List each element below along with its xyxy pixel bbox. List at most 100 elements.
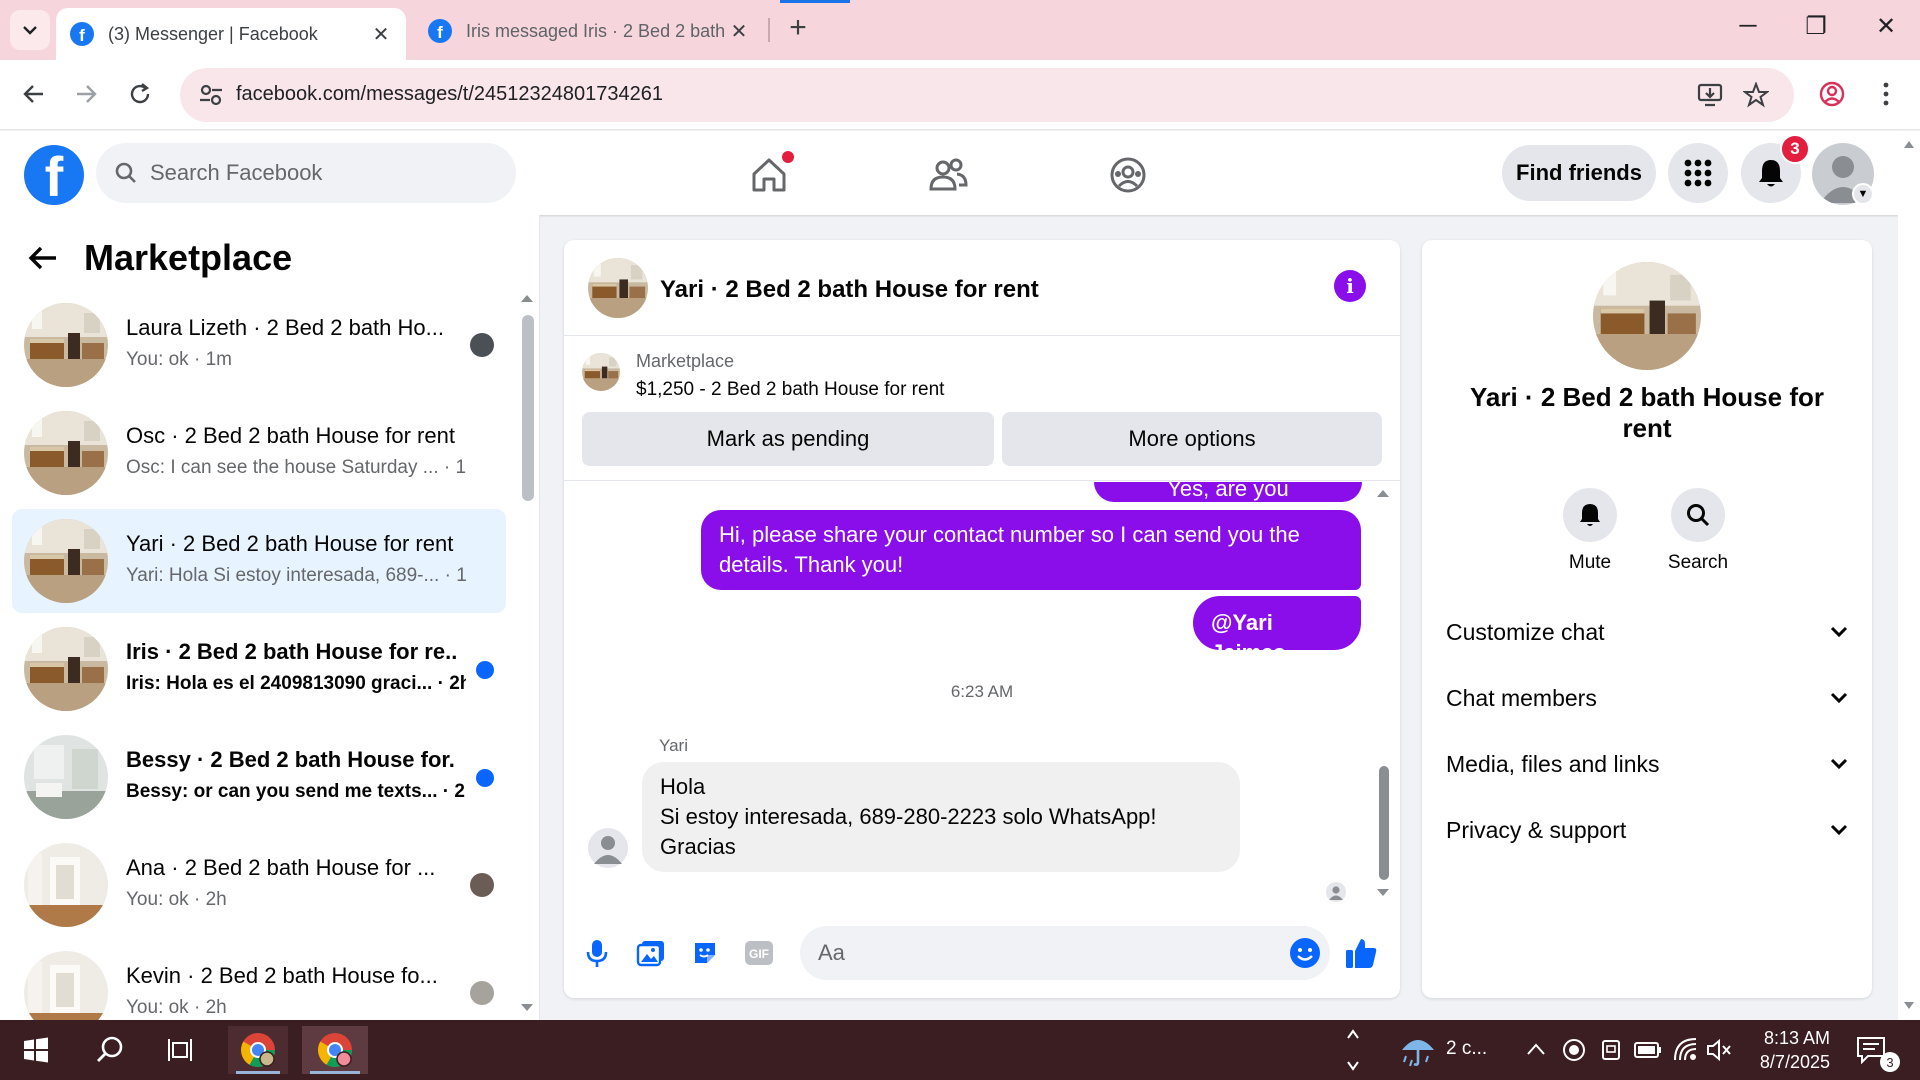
- message-timestamp: 6:23 AM: [950, 682, 1014, 701]
- close-window-button[interactable]: ✕: [1866, 12, 1906, 48]
- message-input[interactable]: [800, 926, 1330, 980]
- conversation-item[interactable]: Laura Lizeth · 2 Bed 2 bath Ho... You: o…: [12, 293, 506, 397]
- record-icon[interactable]: [1562, 1038, 1586, 1062]
- scroll-down-arrow-icon[interactable]: [1903, 1001, 1915, 1011]
- start-button[interactable]: [12, 1026, 60, 1074]
- wifi-icon[interactable]: [1672, 1036, 1698, 1062]
- outgoing-mention-message[interactable]: @Yari Jaimes: [1193, 596, 1361, 665]
- outgoing-message[interactable]: Yes, are you interested?: [1094, 482, 1362, 531]
- scroll-up-arrow-icon[interactable]: [520, 293, 534, 303]
- chevron-down-icon: [1830, 626, 1848, 638]
- chat-title[interactable]: Yari · 2 Bed 2 bath House for rent: [660, 276, 1039, 304]
- weather-umbrella-icon[interactable]: [1398, 1032, 1438, 1068]
- facebook-logo-icon[interactable]: f: [24, 145, 84, 205]
- seen-avatar: [470, 981, 494, 1005]
- tab-list-button[interactable]: [10, 10, 50, 50]
- menu-button[interactable]: [1668, 143, 1728, 203]
- media-files-links-section[interactable]: Media, files and links: [1446, 736, 1848, 792]
- clock-date: 8/7/2025: [1759, 1052, 1830, 1072]
- scroll-down-arrow-icon[interactable]: [520, 1003, 534, 1013]
- meet-now-icon[interactable]: [1600, 1038, 1622, 1062]
- chrome-icon: [241, 1033, 275, 1067]
- chat-header: Yari · 2 Bed 2 bath House for rent i: [564, 240, 1400, 336]
- like-thumb-icon[interactable]: [1344, 936, 1378, 970]
- incoming-message[interactable]: Hola Si estoy interesada, 689-280-2223 s…: [642, 762, 1240, 872]
- conversation-item[interactable]: Osc · 2 Bed 2 bath House for rent Osc: I…: [12, 401, 506, 505]
- url-text: facebook.com/messages/t/2451232480173426…: [236, 83, 663, 105]
- address-bar[interactable]: facebook.com/messages/t/2451232480173426…: [180, 68, 1794, 122]
- outgoing-message[interactable]: Hi, please share your contact number so …: [701, 510, 1361, 590]
- reload-button[interactable]: [120, 74, 160, 114]
- conversation-name: Ana · 2 Bed 2 bath House for ...: [126, 855, 436, 880]
- microphone-icon[interactable]: [580, 936, 614, 970]
- taskbar-chrome-1[interactable]: [228, 1026, 288, 1074]
- chat-scrollbar-thumb[interactable]: [1379, 766, 1389, 880]
- chat-members-section[interactable]: Chat members: [1446, 670, 1848, 726]
- sidebar-title: Marketplace: [84, 237, 293, 278]
- back-button[interactable]: [14, 74, 54, 114]
- page-scrollbar[interactable]: [1898, 131, 1920, 1020]
- groups-nav-button[interactable]: [1098, 145, 1158, 205]
- close-tab-icon[interactable]: ✕: [728, 19, 750, 44]
- scroll-up-arrow-icon[interactable]: [1903, 139, 1915, 149]
- find-friends-button[interactable]: Find friends: [1502, 145, 1656, 201]
- tab-iris[interactable]: f Iris messaged Iris · 2 Bed 2 bath ✕: [414, 8, 764, 54]
- minimize-button[interactable]: ─: [1728, 12, 1768, 48]
- seen-avatar: [470, 333, 494, 357]
- facebook-search-box[interactable]: Search Facebook: [96, 143, 516, 203]
- forward-button[interactable]: [66, 74, 106, 114]
- account-caret-icon[interactable]: ▼: [1852, 183, 1874, 205]
- scroll-up-arrow-icon[interactable]: [1376, 488, 1390, 498]
- chat-avatar[interactable]: [588, 258, 648, 318]
- photo-icon[interactable]: [634, 936, 668, 970]
- friends-nav-button[interactable]: [918, 145, 978, 205]
- browser-tab-bar: f (3) Messenger | Facebook ✕ f Iris mess…: [0, 0, 1920, 60]
- back-arrow-icon[interactable]: [28, 245, 58, 271]
- new-tab-button[interactable]: +: [780, 12, 816, 48]
- weather-text[interactable]: 2 c...: [1446, 1038, 1487, 1060]
- conversation-item[interactable]: Iris · 2 Bed 2 bath House for re... Iris…: [12, 617, 506, 721]
- bookmark-star-icon[interactable]: [1742, 81, 1770, 109]
- listing-title[interactable]: $1,250 - 2 Bed 2 bath House for rent: [636, 379, 944, 401]
- listing-thumbnail: [24, 951, 108, 1020]
- svg-text:GIF: GIF: [749, 947, 769, 961]
- restore-button[interactable]: ❐: [1796, 12, 1836, 48]
- chrome-profile-button[interactable]: [1812, 74, 1852, 114]
- clock-time: 8:13 AM: [1763, 1028, 1830, 1048]
- conversation-snippet: You: ok · 1m: [126, 349, 232, 370]
- info-avatar[interactable]: [1593, 262, 1701, 370]
- more-options-button[interactable]: More options: [1002, 412, 1382, 466]
- taskbar-scroll-icon[interactable]: [1346, 1026, 1360, 1074]
- customize-chat-section[interactable]: Customize chat: [1446, 604, 1848, 660]
- search-action[interactable]: Search: [1648, 488, 1748, 574]
- task-view-button[interactable]: [154, 1026, 206, 1074]
- taskbar-clock[interactable]: 8:13 AM 8/7/2025: [1730, 1026, 1830, 1074]
- conversation-item[interactable]: Ana · 2 Bed 2 bath House for ... You: ok…: [12, 833, 506, 937]
- sender-avatar[interactable]: [588, 828, 628, 868]
- chrome-menu-button[interactable]: [1866, 74, 1906, 114]
- listing-thumbnail[interactable]: [582, 353, 620, 391]
- conversation-name: Yari · 2 Bed 2 bath House for rent: [126, 531, 454, 556]
- conversation-item[interactable]: Kevin · 2 Bed 2 bath House fo... You: ok…: [12, 941, 506, 1020]
- conversation-name: Bessy · 2 Bed 2 bath House for...: [126, 747, 456, 772]
- battery-icon[interactable]: [1634, 1040, 1662, 1060]
- site-info-icon[interactable]: [198, 82, 224, 108]
- volume-muted-icon[interactable]: [1706, 1038, 1732, 1062]
- install-app-icon[interactable]: [1696, 81, 1724, 109]
- sidebar-scrollbar-thumb[interactable]: [522, 315, 534, 501]
- gif-icon[interactable]: GIF: [742, 936, 776, 970]
- conversation-item-selected[interactable]: Yari · 2 Bed 2 bath House for rent Yari:…: [12, 509, 506, 613]
- info-icon[interactable]: i: [1334, 270, 1366, 302]
- sticker-icon[interactable]: [688, 936, 722, 970]
- emoji-icon[interactable]: [1288, 936, 1322, 970]
- close-tab-icon[interactable]: ✕: [370, 22, 392, 47]
- privacy-support-section[interactable]: Privacy & support: [1446, 802, 1848, 858]
- tab-messenger[interactable]: f (3) Messenger | Facebook ✕: [56, 8, 406, 60]
- mute-action[interactable]: Mute: [1540, 488, 1640, 574]
- taskbar-chrome-2[interactable]: [302, 1026, 368, 1074]
- chevron-up-icon[interactable]: [1526, 1042, 1546, 1056]
- mark-as-pending-button[interactable]: Mark as pending: [582, 412, 994, 466]
- conversation-item[interactable]: Bessy · 2 Bed 2 bath House for... Bessy:…: [12, 725, 506, 829]
- taskbar-search-button[interactable]: [84, 1026, 136, 1074]
- scroll-down-arrow-icon[interactable]: [1376, 888, 1390, 898]
